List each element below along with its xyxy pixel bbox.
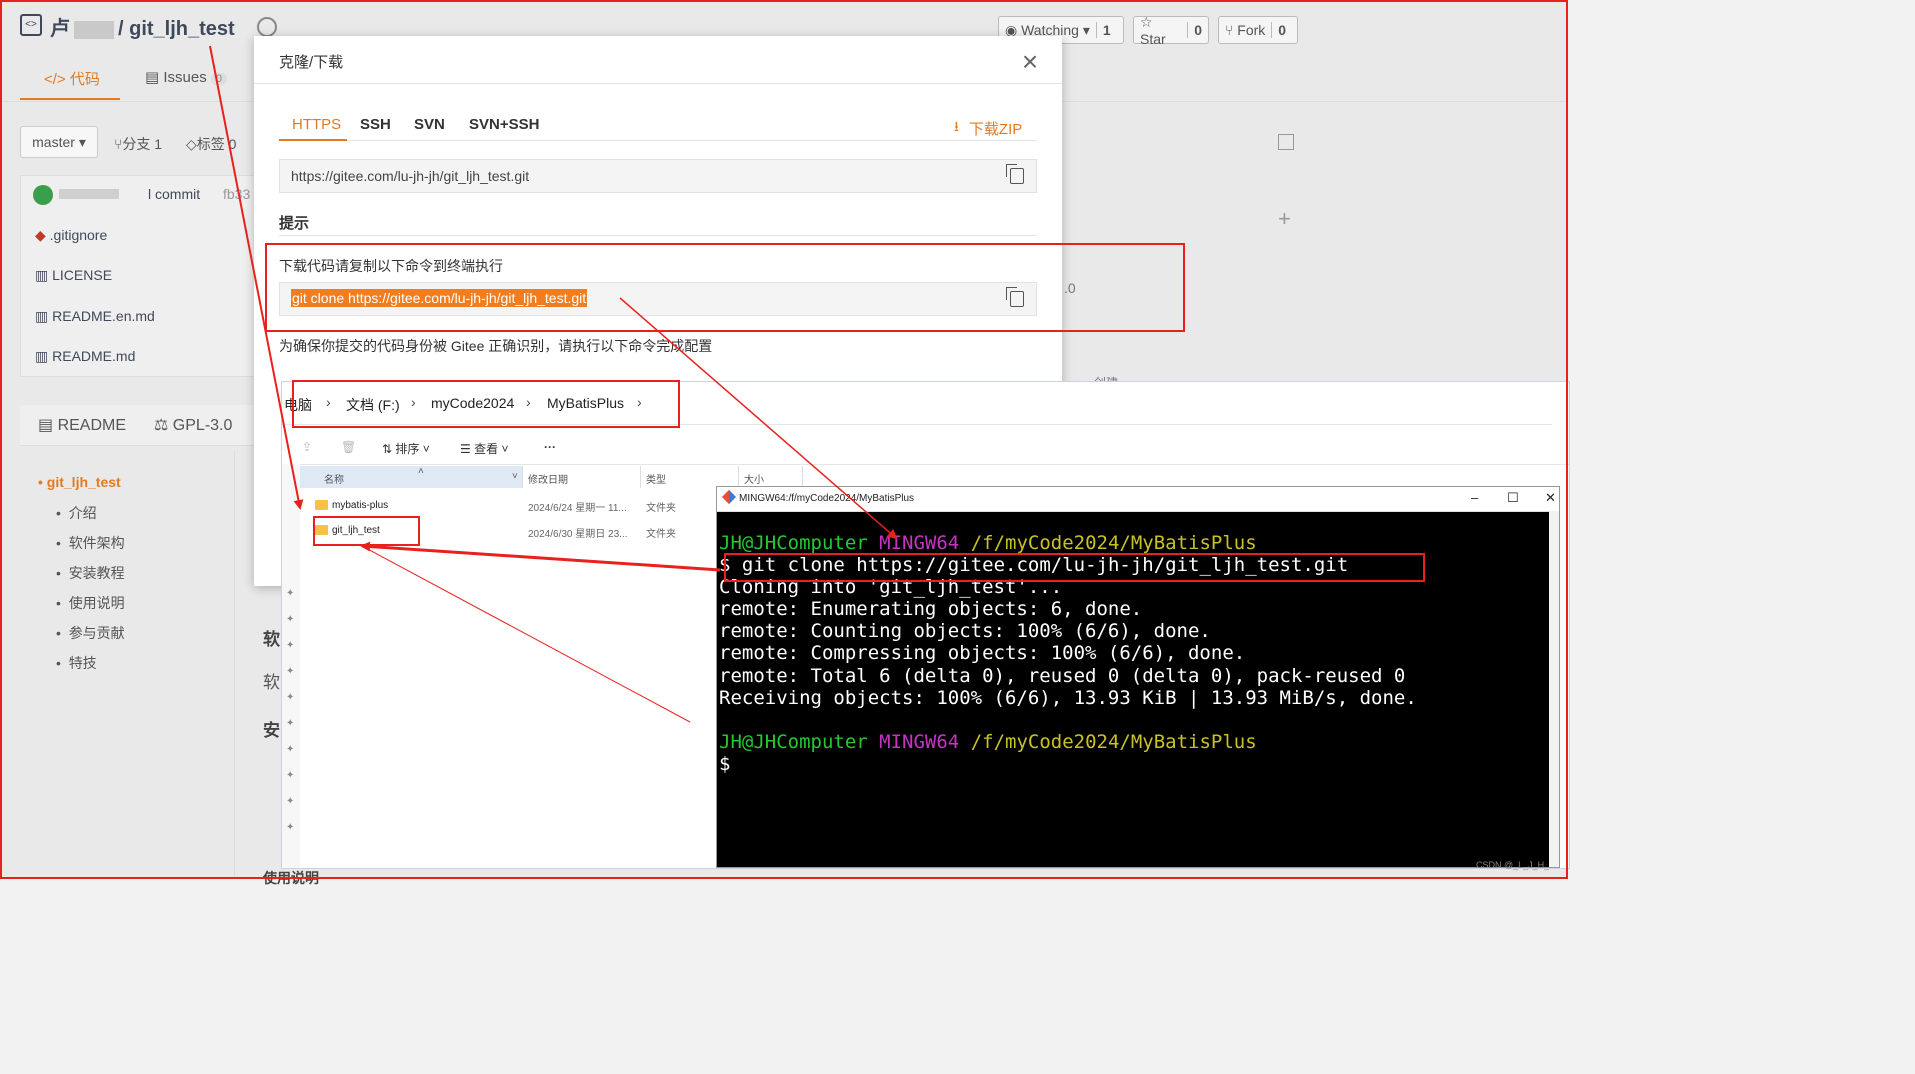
arrow-guide-line <box>361 545 691 723</box>
arrow-terminal-to-folder <box>360 541 721 572</box>
arrow-to-terminal <box>619 297 898 540</box>
arrow-to-folder <box>209 45 304 510</box>
watermark: CSDN @_L_J_H_ <box>1476 860 1550 870</box>
annotation-arrows <box>209 45 898 723</box>
